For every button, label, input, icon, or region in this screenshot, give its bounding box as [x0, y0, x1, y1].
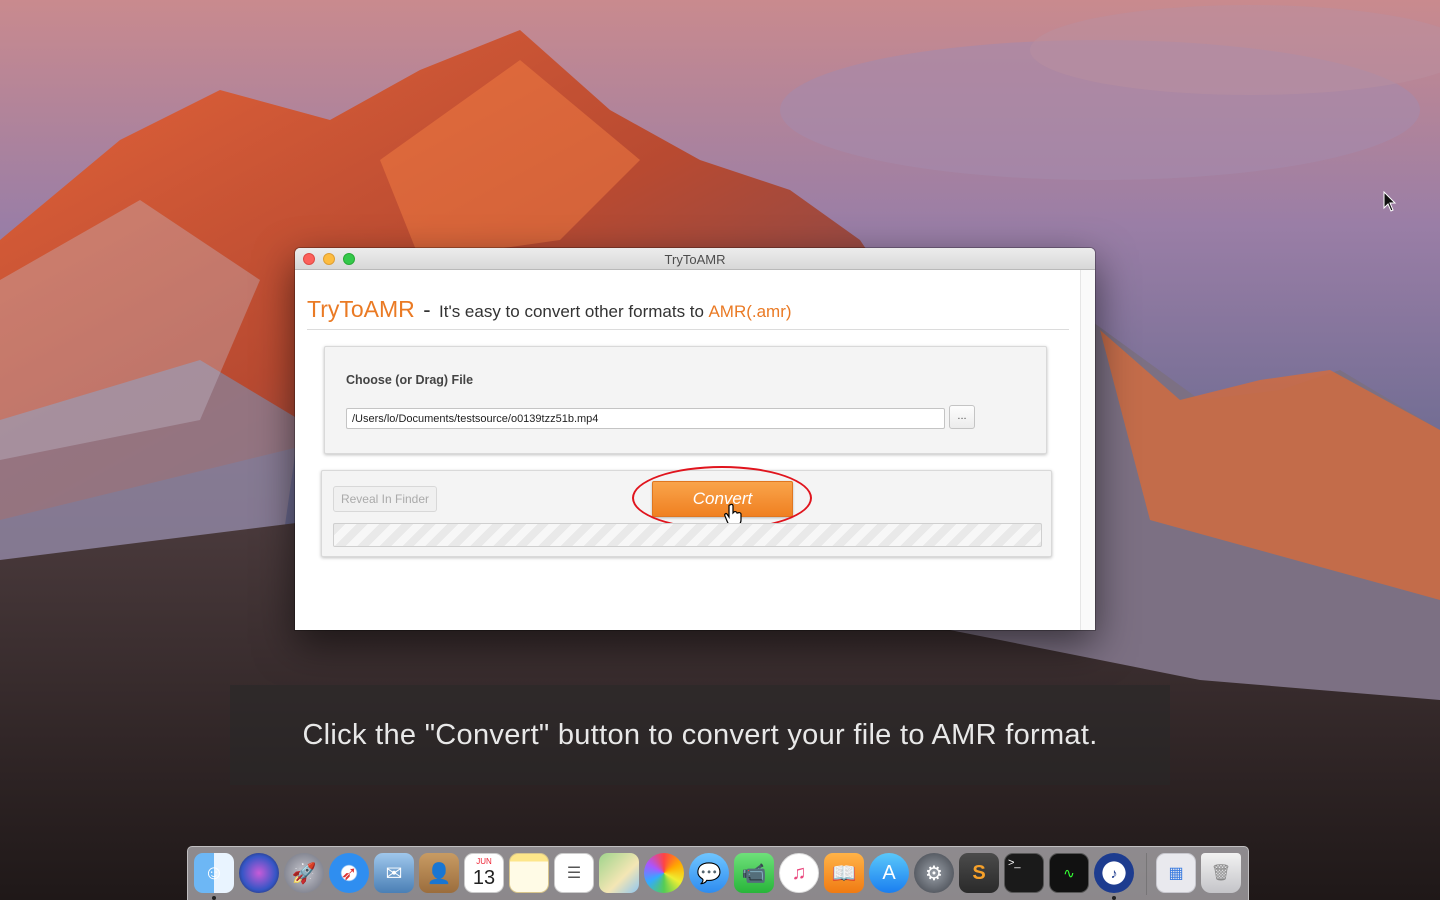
header-dash: - — [423, 297, 431, 322]
reminders-icon[interactable]: ☰ — [554, 853, 594, 893]
trytoamr-icon[interactable]: ♪ — [1094, 853, 1134, 893]
itunes-icon[interactable]: ♫ — [779, 853, 819, 893]
photos-icon[interactable] — [644, 853, 684, 893]
app-header: TryToAMR - It's easy to convert other fo… — [307, 296, 1069, 330]
app-store-icon[interactable]: A — [869, 853, 909, 893]
header-format: AMR(.amr) — [708, 302, 792, 321]
progress-bar — [333, 523, 1042, 547]
tutorial-caption: Click the "Convert" button to convert yo… — [230, 685, 1170, 785]
activity-monitor-icon[interactable]: ∿ — [1049, 853, 1089, 893]
header-tagline: It's easy to convert other formats to — [439, 302, 704, 321]
brand-title: TryToAMR — [307, 296, 415, 322]
ibooks-icon[interactable]: 📖 — [824, 853, 864, 893]
vertical-scrollbar[interactable] — [1080, 270, 1095, 630]
finder-icon[interactable]: ☺ — [194, 853, 234, 893]
title-bar[interactable]: TryToAMR — [295, 248, 1095, 270]
maps-icon[interactable] — [599, 853, 639, 893]
action-panel: Reveal In Finder Convert — [321, 466, 1052, 557]
siri-icon[interactable] — [239, 853, 279, 893]
reveal-in-finder-button[interactable]: Reveal In Finder — [333, 486, 437, 512]
contacts-icon[interactable]: 👤 — [419, 853, 459, 893]
file-chooser-panel[interactable]: Choose (or Drag) File ... — [324, 346, 1047, 454]
notes-icon[interactable] — [509, 853, 549, 893]
launchpad-icon[interactable]: 🚀 — [284, 853, 324, 893]
safari-icon[interactable]: ➶ — [329, 853, 369, 893]
choose-file-label: Choose (or Drag) File — [346, 373, 474, 387]
dock-separator — [1146, 853, 1147, 895]
downloads-stack-icon[interactable]: ▦ — [1156, 853, 1196, 893]
highlight-ring — [632, 466, 812, 530]
facetime-icon[interactable]: 📹 — [734, 853, 774, 893]
mail-icon[interactable]: ✉ — [374, 853, 414, 893]
browse-button[interactable]: ... — [949, 405, 975, 429]
sublime-text-icon[interactable]: S — [959, 853, 999, 893]
calendar-day: 13 — [472, 867, 496, 889]
window-title: TryToAMR — [664, 252, 726, 267]
trytoamr-running-indicator — [1112, 896, 1116, 900]
calendar-month: JUN — [476, 857, 492, 866]
messages-icon[interactable]: 💬 — [689, 853, 729, 893]
file-path-input[interactable] — [346, 408, 945, 429]
dock: ☺ 🚀 ➶ ✉ 👤 JUN 13 ☰ 💬 📹 ♫ 📖 A ⚙ S >_ ∿ ♪ … — [187, 846, 1249, 900]
mouse-pointer-icon — [1383, 191, 1397, 212]
system-preferences-icon[interactable]: ⚙ — [914, 853, 954, 893]
terminal-icon[interactable]: >_ — [1004, 853, 1044, 893]
finder-running-indicator — [212, 896, 216, 900]
trash-icon[interactable]: 🗑 — [1201, 853, 1241, 893]
app-window: TryToAMR TryToAMR - It's easy to convert… — [295, 248, 1095, 630]
calendar-icon[interactable]: JUN 13 — [464, 853, 504, 893]
